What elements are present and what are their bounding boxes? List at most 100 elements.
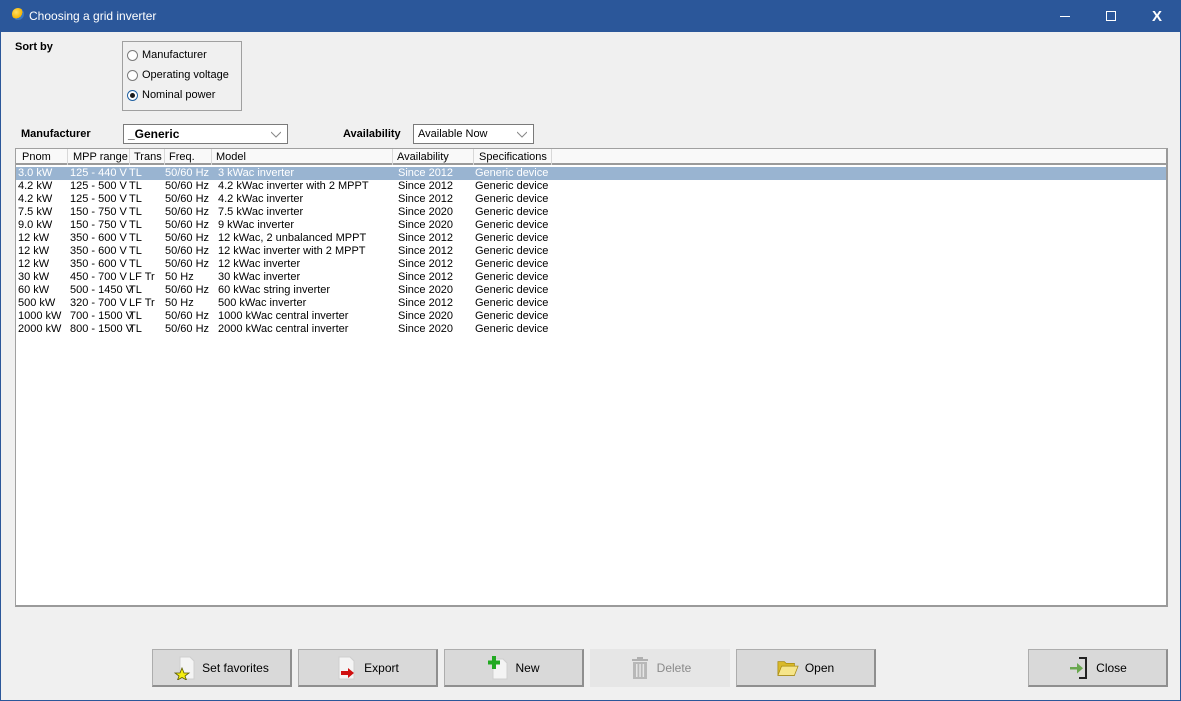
trans-cell: TL [129,245,142,257]
inverter-list[interactable]: Pnom MPP range Trans Freq. Model Availab… [15,148,1168,607]
model-cell: 12 kWac inverter with 2 MPPT [218,245,366,257]
list-header: Pnom MPP range Trans Freq. Model Availab… [16,149,1166,165]
column-divider[interactable] [129,149,130,165]
specifications-cell: Generic device [475,245,549,257]
column-header-model[interactable]: Model [216,151,246,165]
availability-value: Available Now [418,128,488,140]
freq-cell: 50/60 Hz [165,258,210,270]
sort-by-group: Manufacturer Operating voltage Nominal p… [122,41,242,111]
delete-button[interactable]: Delete [590,649,730,687]
set-favorites-label: Set favorites [202,660,269,675]
radio-sort-nominal-power[interactable]: Nominal power [127,87,215,103]
specifications-cell: Generic device [475,271,549,283]
pnom-cell: 3.0 kW [18,167,53,179]
new-button[interactable]: New [444,649,584,687]
column-header-freq[interactable]: Freq. [169,151,195,165]
trans-cell: LF Tr [129,271,155,283]
radio-button[interactable] [127,49,138,61]
radio-button[interactable] [127,69,138,81]
folder-open-icon [777,660,799,676]
freq-cell: 50/60 Hz [165,323,210,335]
freq-cell: 50 Hz [165,271,194,283]
delete-label: Delete [656,661,692,675]
mpp-range-cell: 350 - 600 V [70,258,127,270]
freq-cell: 50/60 Hz [165,219,210,231]
trans-cell: TL [129,258,142,270]
pnom-cell: 12 kW [18,245,50,257]
radio-sort-manufacturer[interactable]: Manufacturer [127,47,207,63]
table-row[interactable]: 9.0 kW 150 - 750 V TL 50/60 Hz 9 kWac invert… [16,219,1166,232]
column-divider[interactable] [67,149,68,165]
export-button[interactable]: Export [298,649,438,687]
close-window-button[interactable]: X [1134,0,1180,32]
window-title: Choosing a grid inverter [29,9,157,23]
table-row[interactable]: 500 kW 320 - 700 V LF Tr 50 Hz 500 kWac inve… [16,297,1166,310]
availability-dropdown[interactable]: Available Now [413,124,534,144]
maximize-button[interactable] [1088,0,1134,32]
table-row-selected[interactable]: 3.0 kW 125 - 440 V TL 50/60 Hz 3 kWac invert… [16,167,1166,180]
model-cell: 60 kWac string inverter [218,284,331,296]
model-cell: 4.2 kWac inverter [218,193,304,205]
specifications-cell: Generic device [475,219,549,231]
column-divider[interactable] [164,149,165,165]
table-row[interactable]: 30 kW 450 - 700 V LF Tr 50 Hz 30 kWac invert… [16,271,1166,284]
mpp-range-cell: 350 - 600 V [70,245,127,257]
column-header-mpp-range[interactable]: MPP range [73,151,128,165]
column-divider[interactable] [473,149,474,165]
star-document-icon [174,656,195,680]
table-row[interactable]: 12 kW 350 - 600 V TL 50/60 Hz 12 kWac invert… [16,245,1166,258]
table-row[interactable]: 7.5 kW 150 - 750 V TL 50/60 Hz 7.5 kWac inve… [16,206,1166,219]
specifications-cell: Generic device [475,258,549,270]
open-label: Open [804,660,835,675]
table-row[interactable]: 1000 kW 700 - 1500 V TL 50/60 Hz 1000 kWac c… [16,310,1166,323]
specifications-cell: Generic device [475,206,549,218]
manufacturer-dropdown[interactable]: _Generic [123,124,288,144]
chevron-down-icon [271,131,281,138]
freq-cell: 50/60 Hz [165,180,210,192]
column-header-specifications[interactable]: Specifications [479,151,547,165]
model-cell: 30 kWac inverter [218,271,301,283]
pnom-cell: 4.2 kW [18,193,53,205]
availability-cell: Since 2020 [398,219,454,231]
column-divider[interactable] [551,149,552,165]
model-cell: 12 kWac inverter [218,258,301,270]
list-rows: 3.0 kW 125 - 440 V TL 50/60 Hz 3 kWac invert… [16,167,1166,336]
table-row[interactable]: 12 kW 350 - 600 V TL 50/60 Hz 12 kWac, 2 unb… [16,232,1166,245]
radio-sort-operating-voltage[interactable]: Operating voltage [127,67,229,83]
column-divider[interactable] [211,149,212,165]
mpp-range-cell: 125 - 500 V [70,193,127,205]
table-row[interactable]: 4.2 kW 125 - 500 V TL 50/60 Hz 4.2 kWac inve… [16,180,1166,193]
freq-cell: 50/60 Hz [165,206,210,218]
sort-by-label: Sort by [15,41,53,53]
set-favorites-button[interactable]: Set favorites [152,649,292,687]
manufacturer-value: _Generic [128,127,180,141]
table-row[interactable]: 60 kW 500 - 1450 V TL 50/60 Hz 60 kWac strin… [16,284,1166,297]
radio-button-checked[interactable] [127,89,138,101]
table-row[interactable]: 12 kW 350 - 600 V TL 50/60 Hz 12 kWac invert… [16,258,1166,271]
radio-label: Manufacturer [142,49,207,61]
radio-label: Nominal power [142,89,216,101]
mpp-range-cell: 500 - 1450 V [70,284,133,296]
column-header-availability[interactable]: Availability [397,151,449,165]
model-cell: 9 kWac inverter [218,219,295,231]
availability-cell: Since 2012 [398,258,454,270]
availability-cell: Since 2020 [398,284,454,296]
column-divider[interactable] [392,149,393,165]
close-icon: X [1151,7,1162,25]
pnom-cell: 12 kW [18,232,50,244]
table-row[interactable]: 4.2 kW 125 - 500 V TL 50/60 Hz 4.2 kWac inve… [16,193,1166,206]
availability-label: Availability [343,128,401,140]
minimize-button[interactable] [1042,0,1088,32]
model-cell: 3 kWac inverter [218,167,295,179]
table-row[interactable]: 2000 kW 800 - 1500 V TL 50/60 Hz 2000 kWac c… [16,323,1166,336]
dialog-window: Choosing a grid inverter X Sort by Manuf… [0,0,1181,701]
model-cell: 2000 kWac central inverter [218,323,349,335]
column-header-trans[interactable]: Trans [134,151,162,165]
open-button[interactable]: Open [736,649,876,687]
specifications-cell: Generic device [475,232,549,244]
column-header-pnom[interactable]: Pnom [22,151,51,165]
trans-cell: TL [129,323,142,335]
app-icon [12,8,24,20]
close-button[interactable]: Close [1028,649,1168,687]
mpp-range-cell: 800 - 1500 V [70,323,133,335]
